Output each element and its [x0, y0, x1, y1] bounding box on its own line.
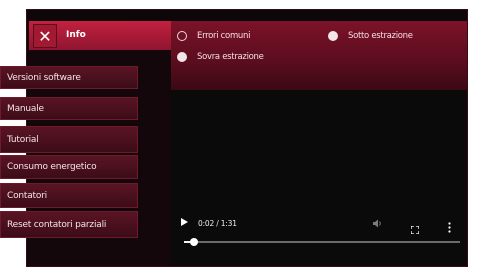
- sidebar-item-reset-contatori-parziali[interactable]: Reset contatori parziali: [0, 211, 138, 238]
- sidebar-item-manuale[interactable]: Manuale: [0, 97, 138, 120]
- sidebar-item-tutorial[interactable]: Tutorial: [0, 126, 138, 153]
- volume-icon[interactable]: [373, 219, 383, 230]
- video-player[interactable]: [171, 90, 467, 260]
- fullscreen-icon[interactable]: [410, 219, 420, 235]
- radio-selected-icon: [177, 52, 187, 62]
- sidebar-item-consumo-energetico[interactable]: Consumo energetico: [0, 155, 138, 179]
- more-vertical-icon[interactable]: [448, 218, 451, 233]
- sidebar-item-contatori[interactable]: Contatori: [0, 183, 138, 208]
- option-label: Sotto estrazione: [348, 31, 413, 41]
- sidebar-item-label: Tutorial: [7, 134, 39, 145]
- option-errori-comuni[interactable]: Errori comuni: [177, 31, 250, 41]
- sidebar-item-versioni-software[interactable]: Versioni software: [0, 66, 138, 89]
- sidebar-item-label: Reset contatori parziali: [7, 219, 107, 230]
- time-display: 0:02 / 1:31: [198, 219, 237, 228]
- progress-thumb[interactable]: [190, 238, 198, 246]
- sidebar-item-label: Consumo energetico: [7, 162, 97, 172]
- play-icon[interactable]: [181, 218, 188, 226]
- video-progress-bar[interactable]: [184, 241, 460, 243]
- radio-unselected-icon: [177, 31, 187, 41]
- option-sotto-estrazione[interactable]: Sotto estrazione: [328, 31, 413, 41]
- option-label: Errori comuni: [197, 31, 251, 41]
- option-label: Sovra estrazione: [197, 52, 264, 62]
- page-title: Info: [66, 30, 86, 40]
- option-sovra-estrazione[interactable]: Sovra estrazione: [177, 52, 264, 62]
- close-button[interactable]: ✕: [33, 24, 57, 48]
- sidebar-item-label: Manuale: [7, 103, 44, 114]
- sidebar-item-label: Versioni software: [7, 72, 81, 83]
- radio-selected-icon: [328, 31, 338, 41]
- close-icon: ✕: [38, 26, 52, 46]
- sidebar-item-label: Contatori: [7, 190, 47, 201]
